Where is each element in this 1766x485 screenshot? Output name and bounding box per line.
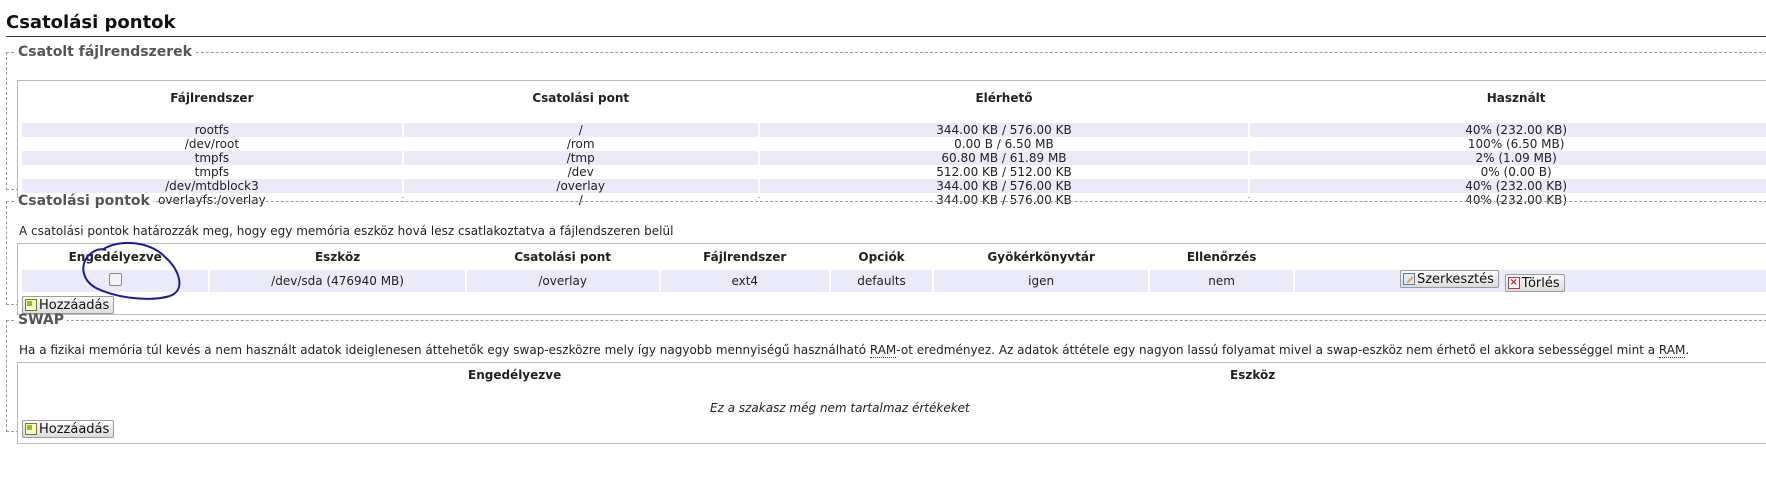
col-header-enabled: Engedélyezve <box>468 368 562 382</box>
cell-filesystem: tmpfs <box>22 151 402 165</box>
col-header-used: Használt <box>1486 91 1546 105</box>
add-icon <box>25 299 37 311</box>
cell-available: 344.00 KB / 576.00 KB <box>759 179 1249 193</box>
swap-empty-message: Ez a szakasz még nem tartalmaz értékeket <box>710 401 970 415</box>
delete-button-label: Törlés <box>1521 275 1560 291</box>
col-header-filesystem: Fájlrendszer <box>703 250 787 264</box>
swap-legend: SWAP <box>18 312 64 328</box>
col-header-root: Gyökérkönyvtár <box>987 250 1095 264</box>
cell-available: 60.80 MB / 61.89 MB <box>759 151 1249 165</box>
swap-description-part: . <box>1685 343 1690 357</box>
col-header-filesystem: Fájlrendszer <box>170 91 254 105</box>
annotation-circle <box>82 241 181 300</box>
mounted-filesystems-legend: Csatolt fájlrendszerek <box>18 44 192 60</box>
title-divider <box>6 36 1766 37</box>
mount-points-legend: Csatolási pontok <box>18 193 150 209</box>
col-header-mount-point: Csatolási pont <box>514 250 612 264</box>
table-row: /dev/root /rom 0.00 B / 6.50 MB 100% (6.… <box>22 137 1766 151</box>
cell-available: 0.00 B / 6.50 MB <box>759 137 1249 151</box>
table-row: rootfs / 344.00 KB / 576.00 KB 40% (232.… <box>22 123 1766 137</box>
cell-used: 0% (0.00 B) <box>1250 165 1766 179</box>
col-header-actions <box>1295 244 1766 270</box>
swap-description: Ha a fizikai memória túl kevés a nem has… <box>19 343 1690 358</box>
col-header-check: Ellenőrzés <box>1186 250 1257 264</box>
cell-device: /dev/sda (476940 MB) <box>210 270 465 292</box>
cell-mount-point: /rom <box>403 137 758 151</box>
delete-button[interactable]: × Törlés <box>1504 274 1565 292</box>
table-row: tmpfs /tmp 60.80 MB / 61.89 MB 2% (1.09 … <box>22 151 1766 165</box>
cell-filesystem: tmpfs <box>22 165 402 179</box>
cell-used: 40% (232.00 KB) <box>1250 179 1766 193</box>
cell-filesystem: ext4 <box>660 270 830 292</box>
add-swap-button-label: Hozzáadás <box>39 421 110 437</box>
add-swap-button[interactable]: Hozzáadás <box>22 420 115 438</box>
delete-icon: × <box>1507 277 1520 289</box>
mount-points-table: Engedélyezve Eszköz Csatolási pont Fájlr… <box>20 244 1766 292</box>
cell-mount-point: / <box>403 123 758 137</box>
cell-filesystem: rootfs <box>22 123 402 137</box>
cell-mount-point: /overlay <box>466 270 659 292</box>
cell-available: 344.00 KB / 576.00 KB <box>759 123 1249 137</box>
cell-mount-point: /tmp <box>403 151 758 165</box>
mount-points-description: A csatolási pontok határozzák meg, hogy … <box>19 224 674 238</box>
swap-description-part: -ot eredményez. Az adatok áttétele egy n… <box>896 343 1659 357</box>
ram-abbr: RAM <box>869 343 897 358</box>
edit-button-label: Szerkesztés <box>1416 271 1494 287</box>
add-icon <box>25 423 37 435</box>
col-header-device: Eszköz <box>314 250 361 264</box>
ram-abbr: RAM <box>1658 343 1686 358</box>
mount-points-section: Csatolási pontok A csatolási pontok hatá… <box>6 193 1766 315</box>
page-title: Csatolási pontok <box>6 12 176 33</box>
table-row: /dev/sda (476940 MB) /overlay ext4 defau… <box>22 270 1766 292</box>
cell-mount-point: /dev <box>403 165 758 179</box>
mounted-filesystems-table: Fájlrendszer Csatolási pont Elérhető Has… <box>20 87 1766 207</box>
swap-box: Engedélyezve Eszköz Ez a szakasz még nem… <box>17 362 1766 444</box>
table-row: /dev/mtdblock3 /overlay 344.00 KB / 576.… <box>22 179 1766 193</box>
col-header-options: Opciók <box>858 250 905 264</box>
cell-used: 100% (6.50 MB) <box>1250 137 1766 151</box>
col-header-available: Elérhető <box>975 91 1033 105</box>
cell-root: igen <box>934 270 1149 292</box>
swap-section: SWAP Ha a fizikai memória túl kevés a ne… <box>6 312 1766 444</box>
edit-button[interactable]: Szerkesztés <box>1399 270 1499 288</box>
cell-options: defaults <box>831 270 933 292</box>
mount-points-box: Engedélyezve Eszköz Csatolási pont Fájlr… <box>17 243 1766 315</box>
swap-description-part: Ha a fizikai memória túl kevés a nem has… <box>19 343 870 357</box>
mounted-filesystems-section: Csatolt fájlrendszerek Fájlrendszer Csat… <box>6 44 1766 207</box>
col-header-device: Eszköz <box>1230 368 1276 382</box>
cell-mount-point: /overlay <box>403 179 758 193</box>
cell-used: 40% (232.00 KB) <box>1250 123 1766 137</box>
cell-actions: Szerkesztés × Törlés <box>1294 270 1766 292</box>
cell-available: 512.00 KB / 512.00 KB <box>759 165 1249 179</box>
mounted-filesystems-box: Fájlrendszer Csatolási pont Elérhető Has… <box>17 80 1766 207</box>
table-row: tmpfs /dev 512.00 KB / 512.00 KB 0% (0.0… <box>22 165 1766 179</box>
cell-check: nem <box>1150 270 1293 292</box>
col-header-mount-point: Csatolási pont <box>532 91 630 105</box>
edit-icon <box>1402 273 1415 285</box>
cell-used: 2% (1.09 MB) <box>1250 151 1766 165</box>
cell-filesystem: /dev/mtdblock3 <box>22 179 402 193</box>
cell-filesystem: /dev/root <box>22 137 402 151</box>
